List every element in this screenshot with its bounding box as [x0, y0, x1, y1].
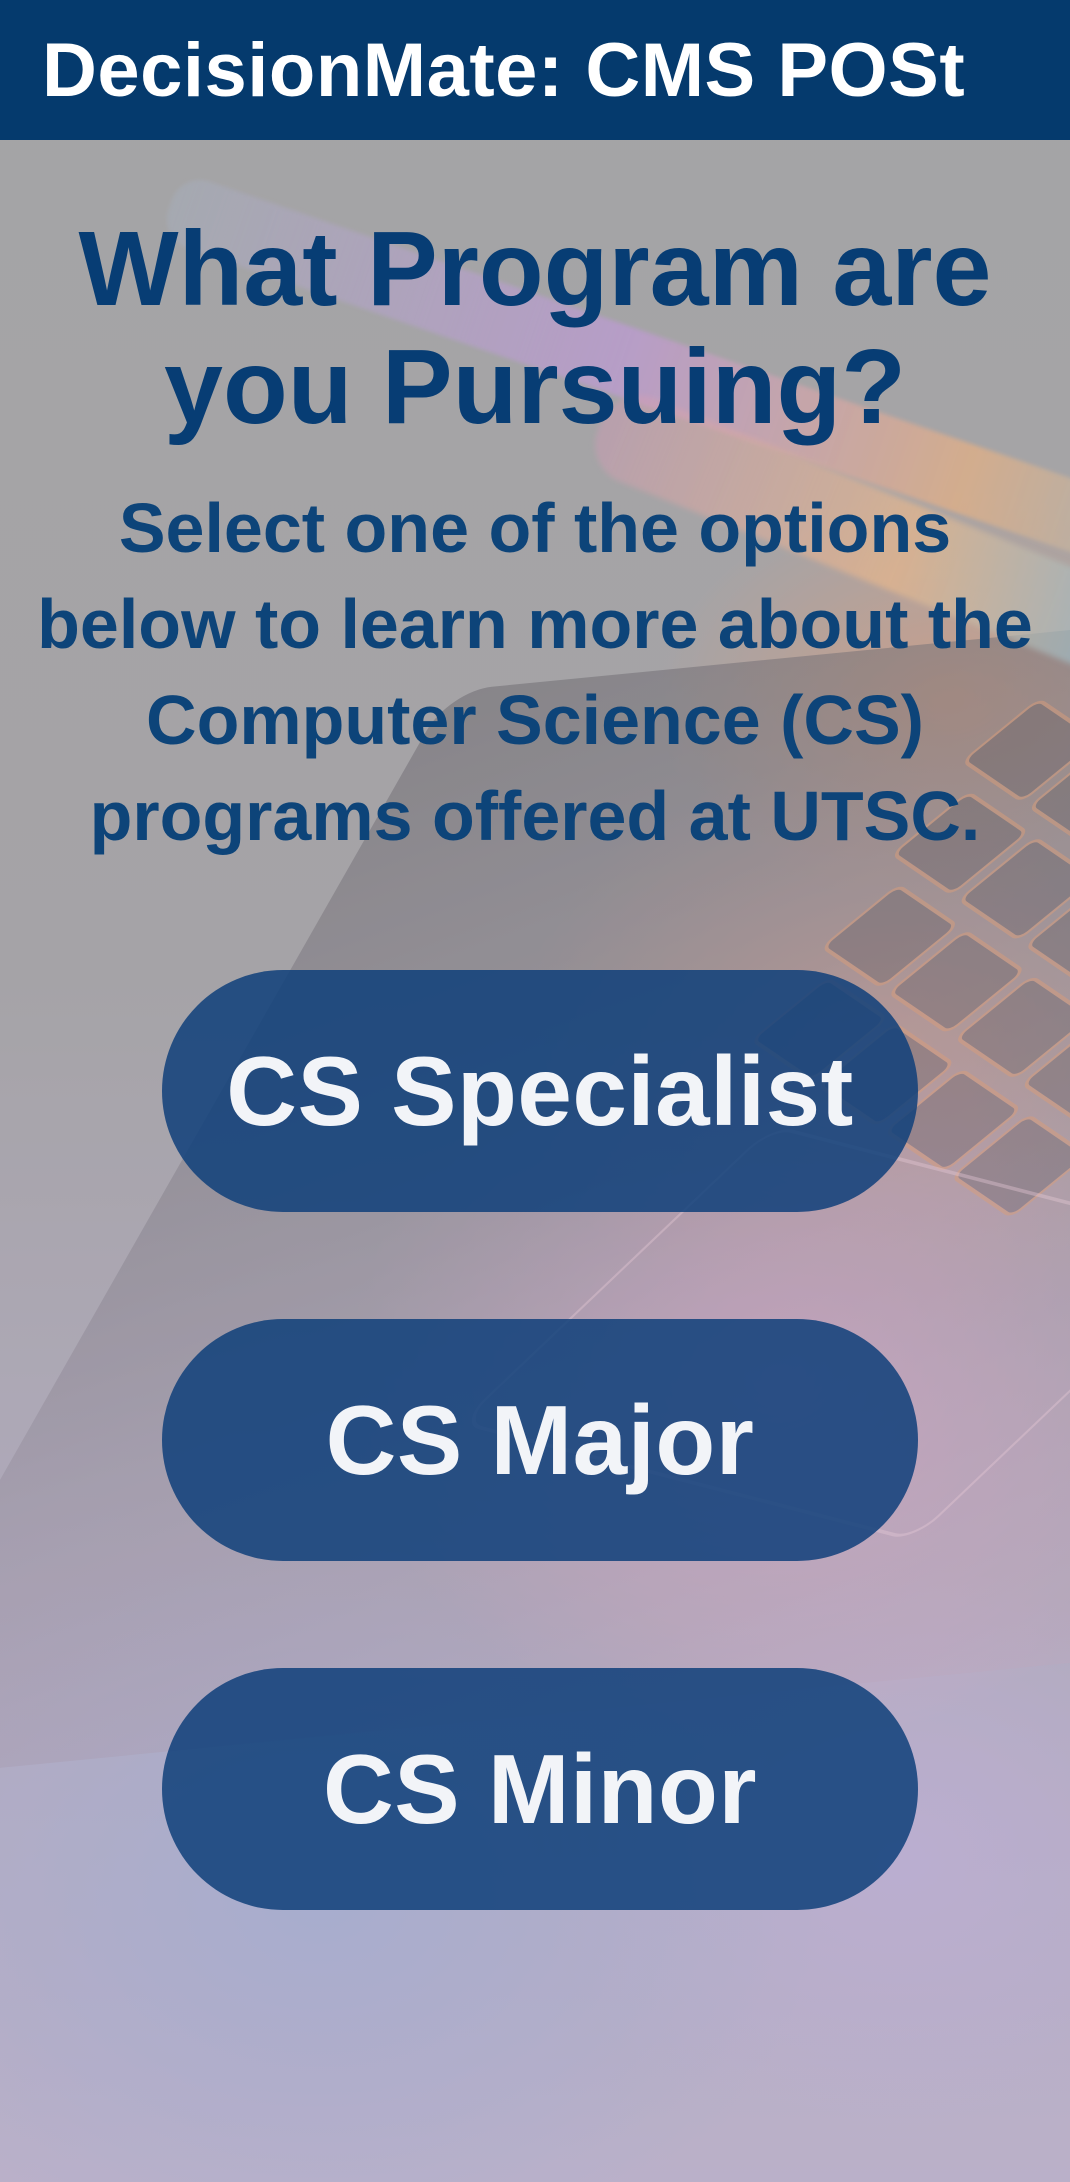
app-bar: DecisionMate: CMS POSt: [0, 0, 1070, 140]
screen: DecisionMate: CMS POSt What Program are …: [0, 0, 1070, 2182]
cs-major-button[interactable]: CS Major: [162, 1319, 918, 1561]
cs-minor-button[interactable]: CS Minor: [162, 1668, 918, 1910]
cs-specialist-button[interactable]: CS Specialist: [162, 970, 918, 1212]
page-description: Select one of the options below to learn…: [37, 489, 1033, 855]
main-content: What Program are you Pursuing? Select on…: [0, 140, 1070, 864]
app-title: DecisionMate: CMS POSt: [42, 27, 966, 113]
page-headline: What Program are you Pursuing?: [78, 210, 992, 446]
